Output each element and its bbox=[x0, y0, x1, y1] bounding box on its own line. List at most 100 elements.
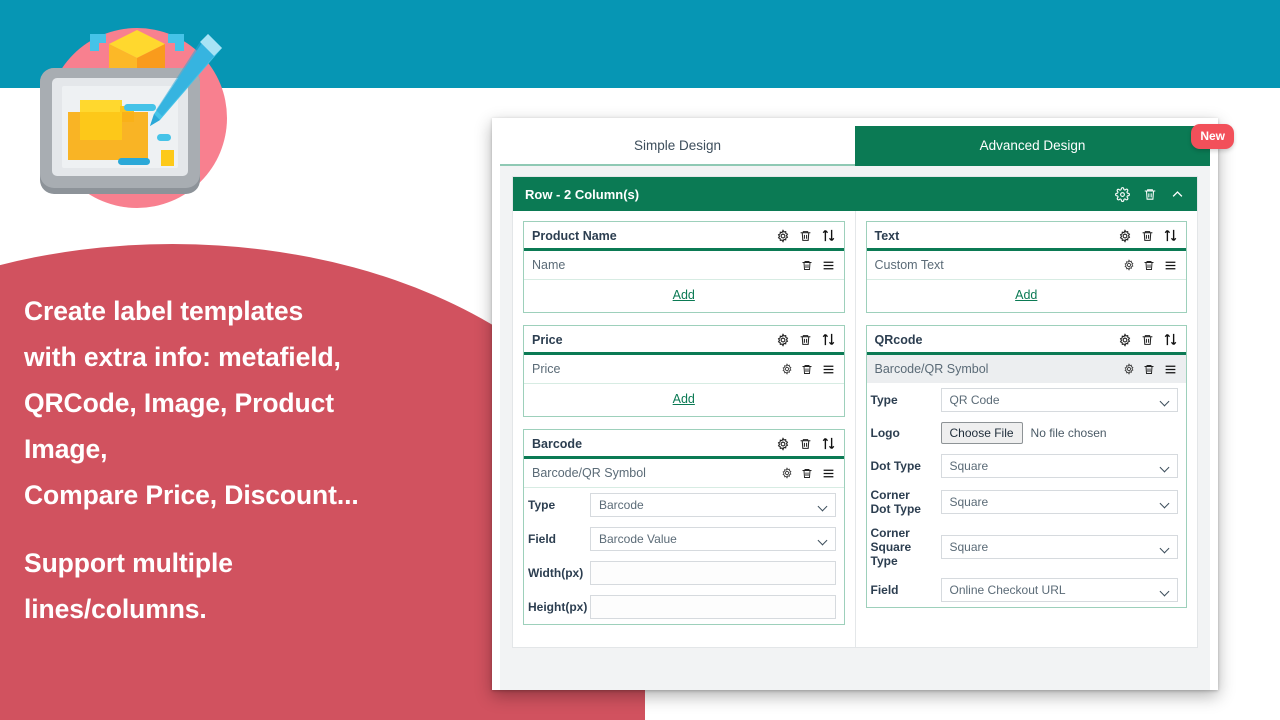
row-header: Row - 2 Column(s) bbox=[513, 177, 1197, 211]
block-title: Product Name bbox=[532, 228, 617, 243]
corner-square-type-select[interactable]: Square bbox=[940, 535, 1178, 559]
logo-file-picker: Choose File No file chosen bbox=[940, 422, 1179, 444]
sub-row-label: Barcode/QR Symbol bbox=[532, 466, 646, 480]
drag-handle-icon[interactable] bbox=[821, 467, 836, 480]
block-barcode: Barcode Barcode/QR Symbol Type Barcode F… bbox=[523, 429, 845, 625]
tab-simple-design[interactable]: Simple Design bbox=[500, 126, 855, 166]
field-row-type: Type QR Code bbox=[867, 383, 1187, 417]
add-row: Add bbox=[867, 280, 1187, 312]
block-qrcode: QRcode Barcode/QR Symbol Type QR Code Lo… bbox=[865, 325, 1187, 608]
block-header-icons bbox=[1118, 228, 1178, 243]
block-header: Product Name bbox=[524, 222, 844, 251]
sort-updown-icon[interactable] bbox=[1163, 332, 1178, 347]
trash-icon[interactable] bbox=[801, 363, 813, 376]
field-row-logo: Logo Choose File No file chosen bbox=[867, 417, 1187, 449]
sort-updown-icon[interactable] bbox=[821, 332, 836, 347]
field-row-corner-dot-type: Corner Dot Type Square bbox=[867, 483, 1187, 521]
design-canvas: Row - 2 Column(s) Product Name Name Add … bbox=[500, 166, 1210, 690]
trash-icon[interactable] bbox=[1143, 363, 1155, 376]
block-header-icons bbox=[776, 228, 836, 243]
field-row-height: Height(px) bbox=[524, 590, 844, 624]
trash-icon[interactable] bbox=[799, 437, 812, 451]
promo-spacer bbox=[24, 518, 494, 540]
row-header-icons bbox=[1115, 186, 1185, 202]
gear-icon[interactable] bbox=[776, 228, 790, 243]
block-product-name: Product Name Name Add bbox=[523, 221, 845, 313]
block-header: QRcode bbox=[866, 326, 1186, 355]
sub-row-icons bbox=[1123, 259, 1178, 272]
file-status-text: No file chosen bbox=[1030, 426, 1107, 440]
type-select[interactable]: Barcode bbox=[590, 493, 836, 517]
promo-line-6: Support multiple bbox=[24, 548, 233, 578]
qr-type-select[interactable]: QR Code bbox=[940, 388, 1178, 412]
width-input[interactable] bbox=[590, 561, 836, 585]
block-title: QRcode bbox=[874, 332, 923, 347]
sub-row: Barcode/QR Symbol bbox=[524, 459, 844, 488]
promo-line-5: Compare Price, Discount... bbox=[24, 480, 359, 510]
trash-icon[interactable] bbox=[801, 259, 813, 272]
trash-icon[interactable] bbox=[1141, 333, 1154, 347]
height-input[interactable] bbox=[590, 595, 836, 619]
field-label: Dot Type bbox=[870, 459, 921, 473]
field-row-type: Type Barcode bbox=[524, 488, 844, 522]
block-header: Price bbox=[524, 326, 844, 355]
drag-handle-icon[interactable] bbox=[821, 259, 836, 272]
tab-advanced-design[interactable]: Advanced Design bbox=[855, 126, 1210, 166]
add-link[interactable]: Add bbox=[1015, 288, 1037, 302]
trash-icon[interactable] bbox=[1141, 229, 1154, 243]
add-link[interactable]: Add bbox=[673, 392, 695, 406]
row-card: Row - 2 Column(s) Product Name Name Add … bbox=[512, 176, 1198, 648]
sort-updown-icon[interactable] bbox=[1163, 228, 1178, 243]
field-label: Corner Square Type bbox=[870, 526, 912, 568]
block-text: Text Custom Text Add bbox=[865, 221, 1187, 313]
block-title: Text bbox=[874, 228, 900, 243]
chevron-up-icon[interactable] bbox=[1170, 187, 1185, 202]
field-row-width: Width(px) bbox=[524, 556, 844, 590]
trash-icon[interactable] bbox=[1143, 259, 1155, 272]
corner-dot-type-select[interactable]: Square bbox=[940, 490, 1178, 514]
block-header-icons bbox=[776, 332, 836, 347]
block-price: Price Price Add bbox=[523, 325, 845, 417]
field-label: Logo bbox=[870, 426, 900, 440]
row-body: Product Name Name Add Price Price Add Ba… bbox=[513, 211, 1197, 647]
app-screenshot-frame: New Simple Design Advanced Design Row - … bbox=[492, 118, 1234, 690]
gear-icon[interactable] bbox=[1123, 363, 1135, 375]
gear-icon[interactable] bbox=[1118, 332, 1132, 347]
field-label: Corner Dot Type bbox=[870, 488, 921, 516]
sort-updown-icon[interactable] bbox=[821, 436, 836, 451]
new-badge: New bbox=[1191, 124, 1234, 149]
add-row: Add bbox=[524, 384, 844, 416]
field-row-qr-field: Field Online Checkout URL bbox=[867, 573, 1187, 607]
column-left: Product Name Name Add Price Price Add Ba… bbox=[513, 211, 856, 647]
field-label: Field bbox=[870, 583, 899, 597]
gear-icon[interactable] bbox=[1115, 186, 1130, 202]
choose-file-button[interactable]: Choose File bbox=[940, 422, 1023, 444]
block-title: Price bbox=[532, 332, 563, 347]
trash-icon[interactable] bbox=[801, 467, 813, 480]
sub-row-icons bbox=[801, 259, 836, 272]
add-link[interactable]: Add bbox=[673, 288, 695, 302]
field-label: Field bbox=[528, 532, 557, 546]
gear-icon[interactable] bbox=[776, 332, 790, 347]
trash-icon[interactable] bbox=[799, 333, 812, 347]
block-header-icons bbox=[1118, 332, 1178, 347]
qr-field-select[interactable]: Online Checkout URL bbox=[940, 578, 1178, 602]
gear-icon[interactable] bbox=[781, 467, 793, 479]
drag-handle-icon[interactable] bbox=[1163, 259, 1178, 272]
gear-icon[interactable] bbox=[776, 436, 790, 451]
drag-handle-icon[interactable] bbox=[1163, 363, 1178, 376]
trash-icon[interactable] bbox=[1143, 187, 1157, 202]
trash-icon[interactable] bbox=[799, 229, 812, 243]
gear-icon[interactable] bbox=[781, 363, 793, 375]
column-right: Text Custom Text Add QRcode Barcode/QR S… bbox=[856, 211, 1198, 647]
promo-banner: Advanced Design for various complex & st… bbox=[0, 0, 1280, 720]
gear-icon[interactable] bbox=[1118, 228, 1132, 243]
sort-updown-icon[interactable] bbox=[821, 228, 836, 243]
drag-handle-icon[interactable] bbox=[821, 363, 836, 376]
block-header-icons bbox=[776, 436, 836, 451]
dot-type-select[interactable]: Square bbox=[940, 454, 1178, 478]
field-select[interactable]: Barcode Value bbox=[590, 527, 836, 551]
app-window: Simple Design Advanced Design Row - 2 Co… bbox=[500, 126, 1210, 690]
gear-icon[interactable] bbox=[1123, 259, 1135, 271]
promo-copy: Create label templates with extra info: … bbox=[24, 288, 494, 632]
